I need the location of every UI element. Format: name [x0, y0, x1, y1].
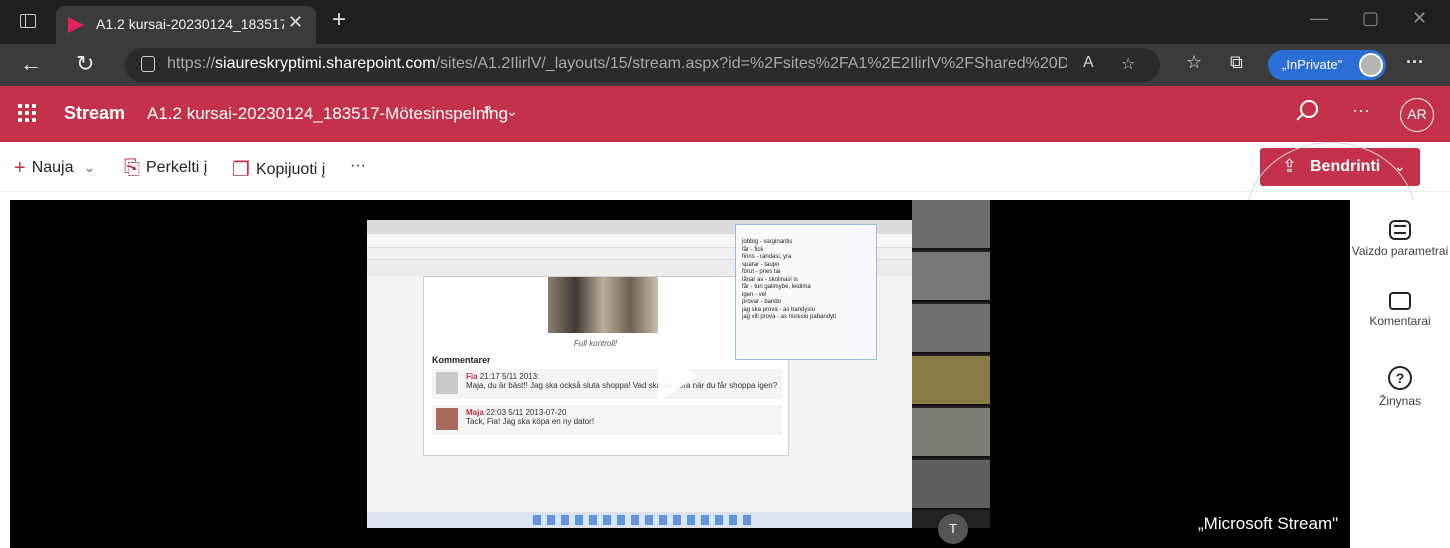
- stream-favicon-icon: [68, 17, 84, 33]
- tab-actions-icon[interactable]: [20, 14, 36, 28]
- collections-icon[interactable]: ⧉: [1230, 52, 1243, 73]
- avatar: [436, 372, 458, 394]
- shared-heading: Kommentarer: [432, 355, 491, 365]
- browser-tab-strip: A1.2 kursai-20230124_183517-M ✕ + — ▢ ✕: [0, 0, 1450, 44]
- shared-sticky-notes: jobbig - varginantis får - fick finns - …: [735, 224, 877, 360]
- new-tab-button[interactable]: +: [332, 6, 346, 34]
- participant-tile: [912, 252, 990, 302]
- avatar: [436, 408, 458, 430]
- tab-title: A1.2 kursai-20230124_183517-M: [96, 16, 284, 32]
- move-label: Perkelti į: [146, 159, 208, 176]
- plus-icon: +: [14, 157, 26, 179]
- shared-comment-text: Maja 22:03 5/11 2013-07-20 Tack, Fia! Jag…: [466, 408, 595, 426]
- presenter-avatar: T: [938, 514, 968, 544]
- new-label: Nauja: [31, 159, 74, 176]
- profile-avatar: [1359, 53, 1383, 77]
- participant-tile: [912, 356, 990, 406]
- chevron-down-icon: ⌄: [83, 160, 95, 175]
- copy-label: Kopijuoti į: [255, 161, 326, 178]
- browser-more-icon[interactable]: ···: [1406, 52, 1424, 73]
- refresh-icon[interactable]: ↻: [76, 50, 94, 78]
- search-icon[interactable]: [1300, 100, 1318, 118]
- side-panel: Vaizdo parametrai Komentarai ? Žinynas: [1350, 200, 1450, 548]
- shared-comment: Fia 21:17 5/11 2013: Maja, du är bäst!! J…: [432, 369, 782, 399]
- shared-people-icon[interactable]: ጸ: [484, 100, 492, 117]
- command-bar: + Nauja ⌄ ⎘ Perkelti į ❐ Kopijuoti į ··· ⇪ …: [0, 142, 1450, 192]
- participant-tile: [912, 200, 990, 250]
- browser-toolbar: ← ↻ https://siaureskryptimi.sharepoint.c…: [0, 44, 1450, 86]
- shared-photo: [548, 277, 658, 333]
- participant-gallery: [912, 200, 990, 528]
- favorites-icon[interactable]: ☆: [1186, 52, 1202, 73]
- document-title[interactable]: A1.2 kursai-20230124_183517-Mötesinspeln…: [147, 104, 508, 124]
- copy-icon: ❐: [232, 159, 250, 181]
- add-favorite-icon[interactable]: ☆: [1121, 54, 1135, 74]
- inprivate-label: „InPrivate": [1282, 57, 1343, 72]
- help-icon: ?: [1388, 366, 1412, 390]
- help-button[interactable]: ? Žinynas: [1350, 366, 1450, 408]
- help-label: Žinynas: [1378, 394, 1422, 408]
- maximize-icon[interactable]: ▢: [1362, 8, 1379, 29]
- chevron-down-icon[interactable]: ⌄: [506, 103, 518, 120]
- url-text[interactable]: https://siaureskryptimi.sharepoint.com/s…: [167, 55, 1067, 73]
- shared-taskbar-icons: [533, 515, 753, 525]
- user-avatar[interactable]: AR: [1400, 98, 1434, 132]
- participant-tile: [912, 304, 990, 354]
- stream-app-bar: Stream A1.2 kursai-20230124_183517-Mötes…: [0, 86, 1450, 142]
- stream-brand[interactable]: Stream: [64, 103, 125, 124]
- comment-icon: [1389, 292, 1411, 310]
- shared-caption: Full kontroll!: [574, 339, 618, 348]
- shared-screen-frame: Full kontroll! Kommentarer Fia 21:17 5/1…: [367, 220, 923, 528]
- settings-toggle-icon: [1389, 220, 1411, 240]
- inprivate-button[interactable]: „InPrivate": [1268, 50, 1386, 80]
- shared-notes-text: jobbig - varginantis får - fick finns - …: [742, 239, 837, 320]
- move-icon: ⎘: [124, 157, 140, 179]
- stream-more-icon[interactable]: ···: [1352, 100, 1370, 121]
- read-aloud-icon[interactable]: A: [1083, 54, 1094, 72]
- close-window-icon[interactable]: ✕: [1412, 8, 1427, 29]
- back-icon[interactable]: ←: [20, 50, 42, 78]
- shared-comment-text: Fia 21:17 5/11 2013: Maja, du är bäst!! J…: [466, 372, 778, 390]
- comments-label: Komentarai: [1369, 314, 1431, 328]
- shared-taskbar: [367, 512, 923, 528]
- participant-tile: [912, 460, 990, 510]
- video-settings-button[interactable]: Vaizdo parametrai: [1350, 220, 1450, 258]
- lock-icon[interactable]: [141, 56, 155, 72]
- command-more-icon[interactable]: ···: [350, 157, 366, 175]
- stream-watermark: „Microsoft Stream": [1198, 514, 1339, 533]
- comments-button[interactable]: Komentarai: [1350, 292, 1450, 328]
- tab-close-icon[interactable]: ✕: [288, 12, 303, 33]
- play-icon[interactable]: [658, 350, 698, 402]
- copy-to-button[interactable]: ❐ Kopijuoti į: [232, 157, 325, 182]
- shared-comment: Maja 22:03 5/11 2013-07-20 Tack, Fia! Jag…: [432, 405, 782, 435]
- video-player[interactable]: Full kontroll! Kommentarer Fia 21:17 5/1…: [10, 200, 1350, 548]
- video-settings-label: Vaizdo parametrai: [1351, 244, 1449, 258]
- app-launcher-icon[interactable]: [18, 104, 36, 122]
- move-to-button[interactable]: ⎘ Perkelti į: [124, 157, 207, 180]
- address-bar[interactable]: https://siaureskryptimi.sharepoint.com/s…: [125, 48, 1160, 82]
- minimize-icon[interactable]: —: [1310, 8, 1328, 29]
- new-button[interactable]: + Nauja ⌄: [14, 157, 95, 180]
- browser-tab-active[interactable]: A1.2 kursai-20230124_183517-M ✕: [56, 6, 316, 44]
- participant-tile: [912, 408, 990, 458]
